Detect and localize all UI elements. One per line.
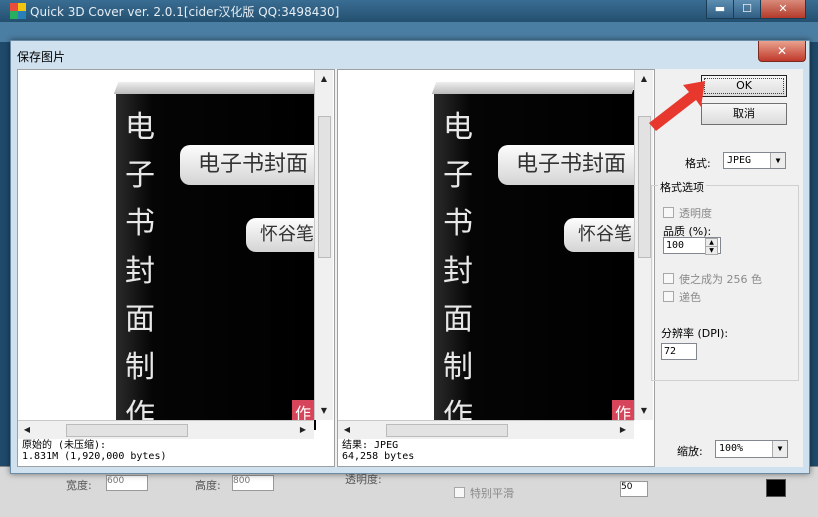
cover-ribbon-1: 电子书封面	[180, 145, 314, 185]
quality-stepper[interactable]: ▲ ▼	[705, 238, 718, 255]
original-info-line1: 原始的 (未压缩):	[22, 440, 107, 451]
cover-char: 制	[443, 350, 473, 385]
book-top	[431, 82, 637, 94]
app-icon	[10, 3, 26, 19]
cover-ribbon-2: 怀谷笔	[564, 218, 634, 252]
app-close-button[interactable]: ✕	[760, 0, 806, 19]
scroll-thumb[interactable]	[66, 424, 188, 437]
result-preview-pane: 电 子 书 封 面 制 作 电子书封面 怀谷笔 作 ▲ ▼ ◀ ▶ 结果: JP…	[337, 69, 655, 467]
stepper-down-icon[interactable]: ▼	[705, 247, 718, 255]
original-info-line2: 1.831M (1,920,000 bytes)	[22, 451, 167, 462]
scroll-thumb[interactable]	[386, 424, 508, 437]
scroll-right-arrow-icon[interactable]: ▶	[296, 423, 310, 437]
result-size-info: 结果: JPEG 64,258 bytes	[342, 440, 414, 462]
cover-vertical-text: 电 子 书 封 面 制 作	[438, 104, 478, 440]
dialog-close-button[interactable]: ✕	[758, 41, 806, 62]
chevron-down-icon: ▼	[772, 441, 787, 457]
right-horizontal-scrollbar[interactable]: ◀ ▶	[338, 420, 634, 439]
scroll-thumb[interactable]	[318, 116, 331, 258]
zoom-select[interactable]: 100% ▼	[715, 440, 788, 458]
quality-value: 100	[666, 240, 685, 251]
result-preview-image: 电 子 书 封 面 制 作 电子书封面 怀谷笔 作	[338, 70, 637, 433]
ok-button[interactable]: OK	[701, 75, 787, 97]
make-256-checkbox[interactable]	[663, 273, 674, 284]
dpi-value: 72	[664, 346, 677, 357]
scroll-thumb[interactable]	[638, 116, 651, 258]
transparency-checkbox[interactable]	[663, 207, 674, 218]
scroll-down-arrow-icon[interactable]: ▼	[317, 404, 331, 418]
dialog-client: 电 子 书 封 面 制 作 电子书封面 怀谷笔 作 ▲ ▼ ◀ ▶ 原始的 (未…	[17, 69, 803, 467]
cover-char: 制	[125, 350, 155, 385]
cover-char: 封	[443, 254, 473, 289]
cover-char: 面	[443, 302, 473, 337]
cover-vertical-text: 电 子 书 封 面 制 作	[120, 104, 160, 440]
maximize-button[interactable]: ☐	[733, 0, 761, 19]
left-horizontal-scrollbar[interactable]: ◀ ▶	[18, 420, 314, 439]
minimize-button[interactable]: ▬	[706, 0, 734, 19]
dpi-input[interactable]: 72	[661, 343, 697, 360]
scroll-left-arrow-icon[interactable]: ◀	[20, 423, 34, 437]
cover-char: 封	[125, 254, 155, 289]
format-select-value: JPEG	[727, 155, 752, 166]
scroll-up-arrow-icon[interactable]: ▲	[317, 72, 331, 86]
pointer-arrow-icon	[643, 79, 707, 135]
format-options-label: 格式选项	[658, 179, 706, 195]
cover-ribbon-1: 电子书封面	[498, 145, 634, 185]
height-field[interactable]: 800	[232, 475, 274, 491]
cover-char: 子	[443, 158, 473, 193]
scroll-left-arrow-icon[interactable]: ◀	[340, 423, 354, 437]
cancel-button[interactable]: 取消	[701, 103, 787, 125]
original-preview-image: 电 子 书 封 面 制 作 电子书封面 怀谷笔 作	[18, 70, 319, 433]
cover-char: 面	[125, 302, 155, 337]
color-swatch[interactable]	[766, 479, 786, 497]
dialog-title: 保存图片	[17, 50, 66, 64]
cover-char: 书	[125, 206, 155, 241]
scroll-right-arrow-icon[interactable]: ▶	[616, 423, 630, 437]
height-label: 高度:	[195, 479, 221, 492]
scroll-down-arrow-icon[interactable]: ▼	[637, 404, 651, 418]
dither-checkbox[interactable]	[663, 291, 674, 302]
format-select[interactable]: JPEG ▼	[723, 152, 786, 169]
app-title: Quick 3D Cover ver. 2.0.1[cider汉化版 QQ:34…	[30, 5, 340, 19]
smooth-checkbox[interactable]	[454, 487, 465, 498]
make-256-label: 使之成为 256 色	[679, 273, 762, 286]
original-size-info: 原始的 (未压缩): 1.831M (1,920,000 bytes)	[22, 440, 167, 462]
width-field[interactable]: 600	[106, 475, 148, 491]
stepper-up-icon[interactable]: ▲	[705, 238, 718, 247]
cover-char: 子	[125, 158, 155, 193]
zoom-select-value: 100%	[719, 443, 744, 454]
chevron-down-icon: ▼	[770, 153, 785, 168]
format-label: 格式:	[685, 157, 711, 170]
value-field[interactable]: 50	[620, 481, 648, 497]
app-titlebar: Quick 3D Cover ver. 2.0.1[cider汉化版 QQ:34…	[0, 0, 818, 22]
result-info-line2: 64,258 bytes	[342, 451, 415, 462]
cover-char: 电	[125, 110, 155, 145]
book-top	[113, 82, 319, 94]
dither-label: 递色	[679, 291, 701, 304]
save-image-dialog: 保存图片 ✕ 电 子 书 封 面 制 作 电子书封面 怀谷笔 作 ▲ ▼ ◀ ▶…	[10, 40, 810, 474]
dpi-label: 分辨率 (DPI):	[661, 327, 729, 340]
app-toolbar	[0, 22, 818, 42]
cover-char: 书	[443, 206, 473, 241]
zoom-label: 缩放:	[677, 445, 703, 458]
cover-char: 电	[443, 110, 473, 145]
smooth-label: 特别平滑	[470, 487, 514, 500]
left-vertical-scrollbar[interactable]: ▲ ▼	[314, 70, 333, 420]
cover-ribbon-2: 怀谷笔	[246, 218, 314, 252]
original-preview-pane: 电 子 书 封 面 制 作 电子书封面 怀谷笔 作 ▲ ▼ ◀ ▶ 原始的 (未…	[17, 69, 335, 467]
width-label: 宽度:	[66, 479, 92, 492]
result-info-line1: 结果: JPEG	[342, 440, 399, 451]
transparency-label: 透明度	[679, 207, 712, 220]
